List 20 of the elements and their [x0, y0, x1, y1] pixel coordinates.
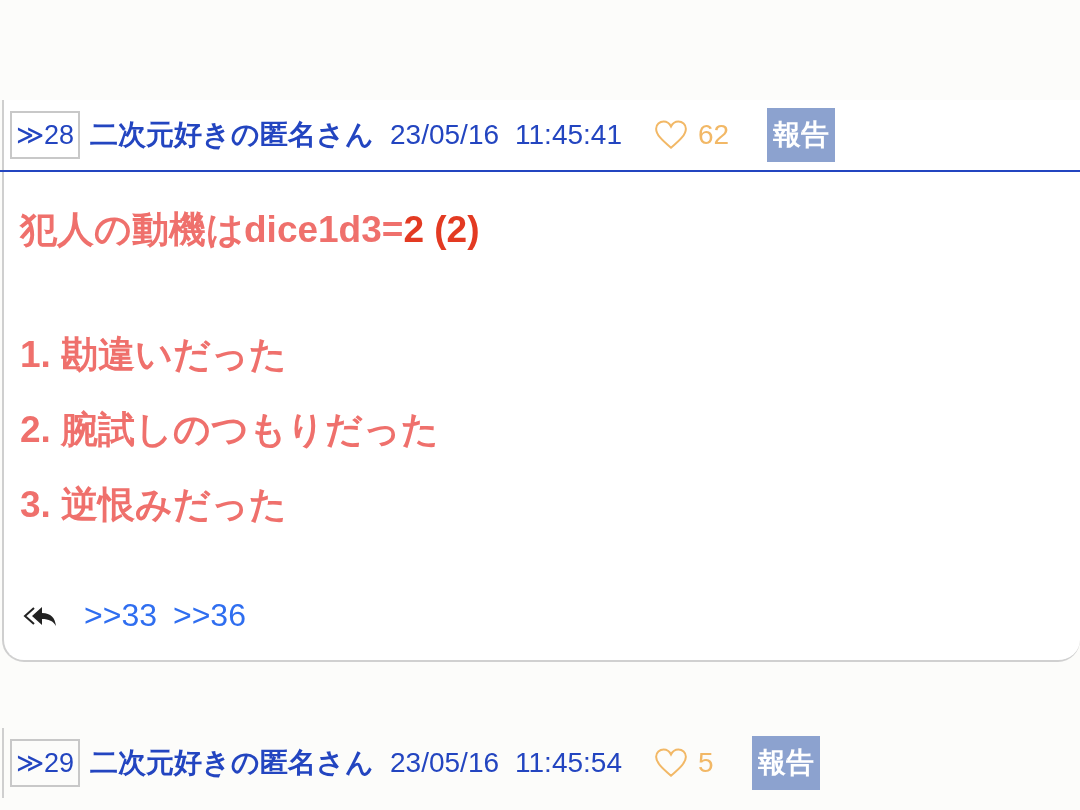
post-date: 23/05/16 — [390, 747, 500, 779]
report-button[interactable]: 報告 — [751, 736, 820, 790]
report-button[interactable]: 報告 — [767, 108, 836, 162]
author-name: 二次元好きの匿名さん — [90, 118, 375, 152]
heart-icon[interactable] — [653, 747, 688, 779]
reply-link[interactable]: >>33 — [84, 597, 157, 634]
post-text-line: 2. 腕試しのつもりだった — [20, 409, 440, 450]
post-text-line: 犯人の動機はdice1d3=2 (2) — [20, 209, 480, 250]
post-text-line: 3. 逆恨みだった — [20, 484, 288, 525]
post-number-link[interactable]: ≫28 — [10, 111, 81, 159]
like-count: 62 — [697, 119, 730, 151]
post-number-link[interactable]: ≫29 — [10, 739, 81, 787]
author-name: 二次元好きの匿名さん — [90, 746, 375, 780]
reply-link[interactable]: >>36 — [172, 597, 246, 634]
like-count: 5 — [697, 747, 714, 779]
post-time: 11:45:41 — [515, 119, 622, 151]
post-date: 23/05/16 — [390, 119, 500, 151]
post-text-line: 1. 勘違いだった — [20, 334, 288, 375]
heart-icon[interactable] — [653, 119, 688, 151]
post-time: 11:45:54 — [515, 747, 622, 779]
